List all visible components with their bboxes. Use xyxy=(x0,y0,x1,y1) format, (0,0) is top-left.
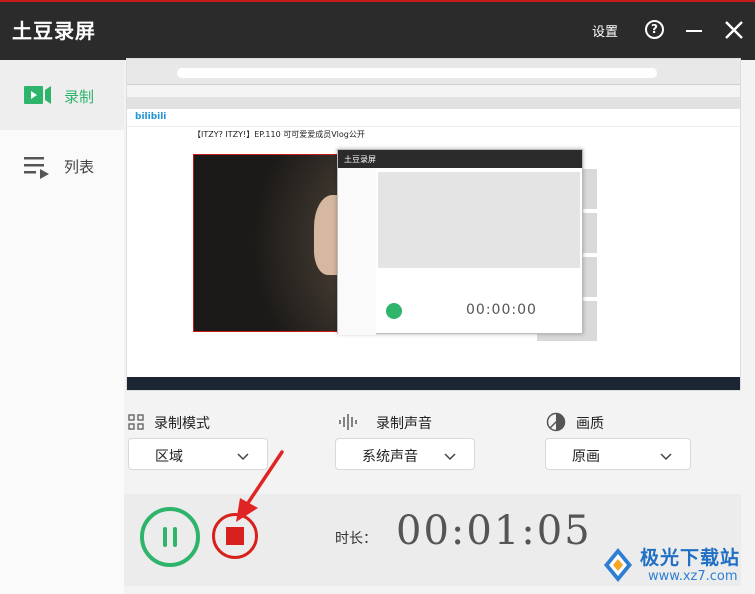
settings-button[interactable]: 设置 xyxy=(592,21,618,40)
preview-nested-title: 土豆录屏 xyxy=(338,150,582,168)
preview-page-header: bilibili xyxy=(127,109,740,127)
preview-nested-screen xyxy=(378,172,580,268)
quality-icon xyxy=(546,412,566,436)
preview-video-title: 【ITZY? ITZY!】EP.110 可可爱爱成员Vlog公开 xyxy=(193,130,365,139)
sound-wave-icon xyxy=(338,413,360,435)
watermark-url: www.xz7.com xyxy=(648,569,738,584)
pause-button[interactable] xyxy=(140,507,200,567)
record-mode-label: 录制模式 xyxy=(154,416,210,432)
preview-nested-sidebar xyxy=(338,168,376,335)
preview-bookmarks-bar xyxy=(127,85,740,97)
record-audio-value: 系统声音 xyxy=(362,449,418,465)
record-audio-select[interactable]: 系统声音 xyxy=(335,438,475,470)
app-title: 土豆录屏 xyxy=(12,19,96,43)
chevron-down-icon xyxy=(660,447,672,461)
preview-nested-recorder: 土豆录屏 00:00:00 xyxy=(337,149,583,335)
chevron-down-icon xyxy=(444,447,456,461)
quality-value: 原画 xyxy=(572,449,600,465)
video-camera-icon xyxy=(24,85,52,109)
minimize-icon[interactable] xyxy=(686,22,703,39)
watermark-logo-icon xyxy=(604,548,632,582)
sidebar: 录制 列表 xyxy=(0,60,124,594)
preview-site-logo: bilibili xyxy=(135,112,167,122)
grid-icon xyxy=(128,414,144,434)
screen-recorder-window: 土豆录屏 设置 ? 录制 列表 bilibili 【ITZY? ITZY!】EP… xyxy=(0,0,755,594)
preview-nested-timer: 00:00:00 xyxy=(466,302,537,318)
watermark: 极光下载站 www.xz7.com xyxy=(596,543,752,591)
screen-preview: bilibili 【ITZY? ITZY!】EP.110 可可爱爱成员Vlog公… xyxy=(126,58,741,391)
sidebar-item-label: 录制 xyxy=(64,88,95,106)
record-mode-value: 区域 xyxy=(155,449,183,465)
title-bar: 土豆录屏 设置 ? xyxy=(0,0,755,60)
duration-label: 时长： xyxy=(335,531,377,547)
watermark-name: 极光下载站 xyxy=(640,547,741,569)
quality-select[interactable]: 原画 xyxy=(545,438,691,470)
sidebar-item-label: 列表 xyxy=(64,158,95,176)
sidebar-item-record[interactable]: 录制 xyxy=(0,60,124,130)
preview-address-bar xyxy=(177,68,657,78)
duration-timer: 00:01:05 xyxy=(396,508,592,554)
list-icon xyxy=(24,155,52,183)
preview-tabs-bar xyxy=(127,97,740,109)
preview-taskbar xyxy=(127,377,740,390)
annotation-arrow-icon xyxy=(236,450,284,522)
preview-nested-record-button xyxy=(386,303,402,319)
sidebar-item-list[interactable]: 列表 xyxy=(0,130,124,200)
close-icon[interactable] xyxy=(724,20,744,40)
record-audio-label: 录制声音 xyxy=(376,416,432,432)
help-icon[interactable]: ? xyxy=(645,20,664,39)
quality-label: 画质 xyxy=(576,416,604,432)
